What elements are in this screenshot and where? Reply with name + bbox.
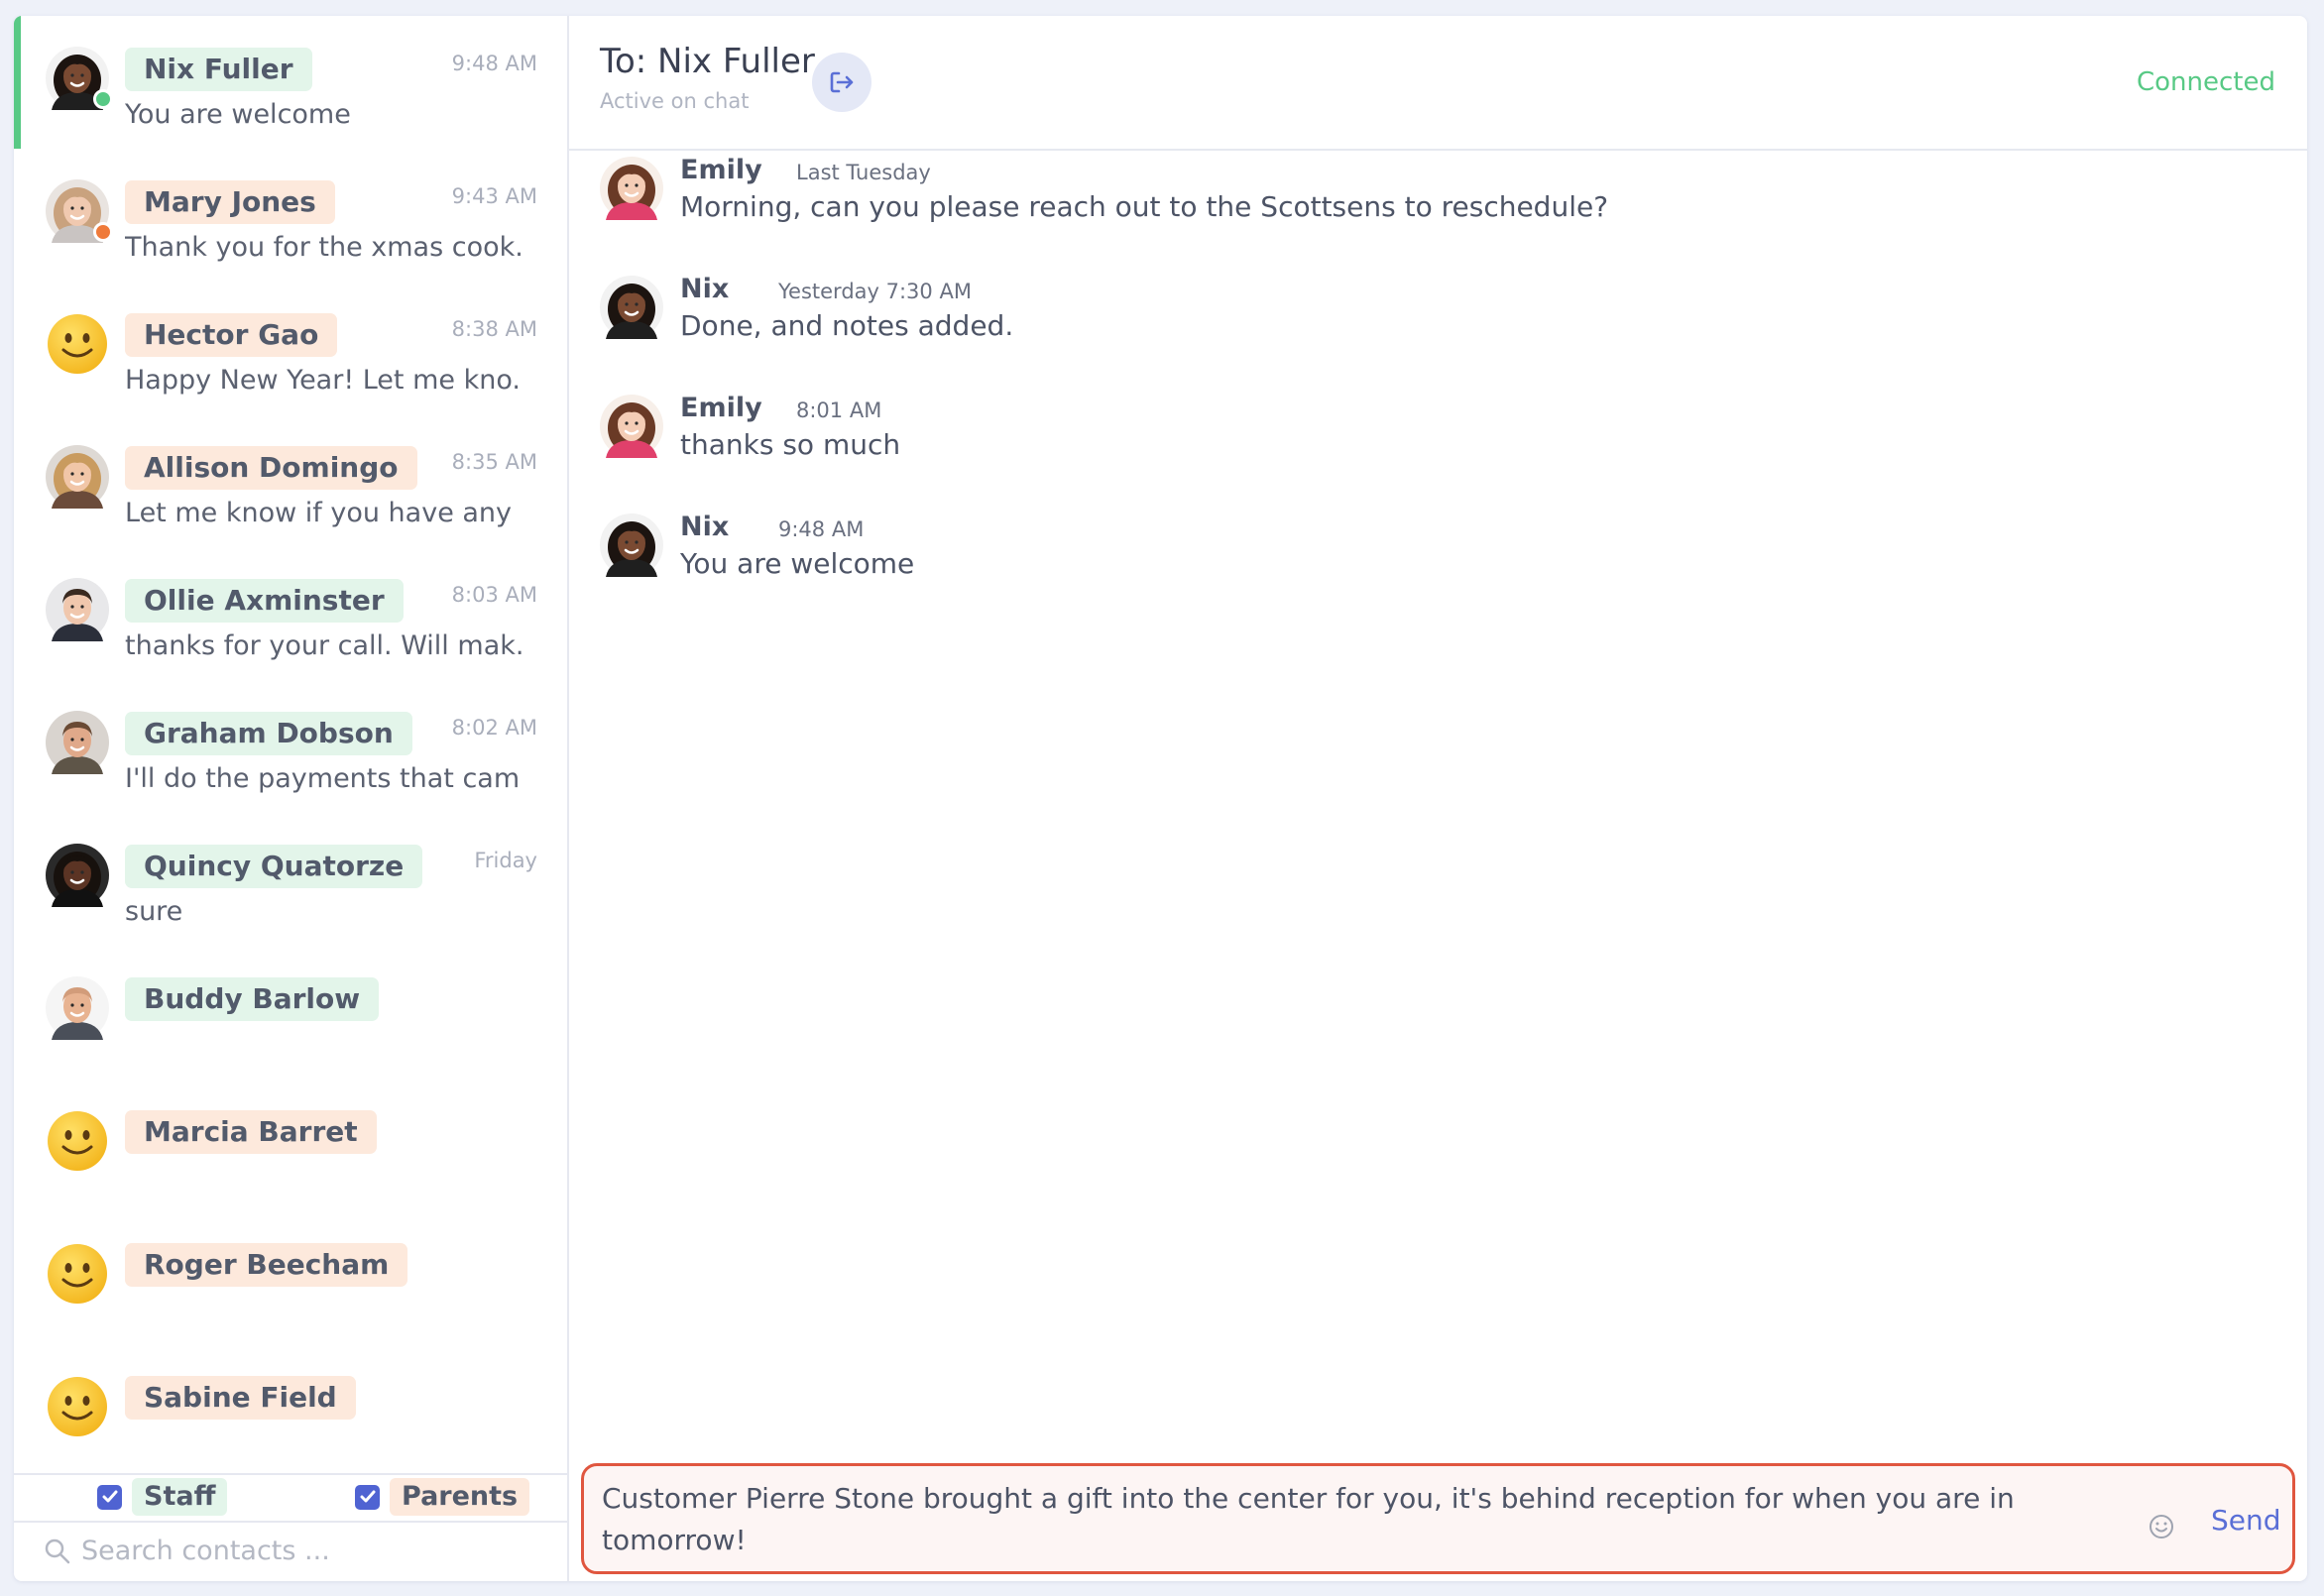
message-composer: Send: [581, 1463, 2295, 1574]
chat-message: Nix Yesterday 7:30 AM Done, and notes adde…: [600, 270, 2186, 369]
contact-last-message-time: 9:43 AM: [451, 184, 537, 208]
message-sender: Emily: [680, 155, 762, 185]
contact-item[interactable]: Quincy Quatorze Friday sure: [14, 813, 567, 946]
contact-name: Nix Fuller: [125, 48, 312, 91]
contact-name: Mary Jones: [125, 180, 335, 224]
presence-away-dot: [93, 222, 113, 242]
message-thread: Emily Last Tuesday Morning, can you please…: [569, 151, 2307, 1465]
search-icon: [45, 1539, 70, 1564]
contact-item[interactable]: Buddy Barlow: [14, 946, 567, 1079]
message-timestamp: 8:01 AM: [796, 399, 882, 422]
checkmark-icon: [360, 1490, 375, 1503]
contact-message-preview: thanks for your call. Will mak...: [125, 630, 522, 661]
contact-last-message-time: 8:02 AM: [451, 716, 537, 740]
contact-name: Marcia Barret: [125, 1110, 377, 1154]
contact-last-message-time: 8:03 AM: [451, 583, 537, 607]
message-timestamp: 9:48 AM: [778, 517, 865, 541]
contact-name: Sabine Field: [125, 1376, 356, 1420]
contact-message-preview: You are welcome: [125, 99, 351, 130]
contact-name: Buddy Barlow: [125, 977, 380, 1021]
contact-filter-bar: Staff Parents: [14, 1473, 567, 1521]
message-timestamp: Last Tuesday: [796, 161, 931, 184]
chat-recipient-title: To: Nix Fuller: [600, 42, 815, 81]
message-text: You are welcome: [680, 547, 915, 580]
contact-item[interactable]: Sabine Field: [14, 1344, 567, 1473]
contact-avatar: [46, 844, 109, 907]
emoji-icon[interactable]: [2148, 1513, 2175, 1540]
sign-out-icon: [830, 71, 854, 93]
message-input[interactable]: [602, 1478, 2089, 1561]
chat-panel: To: Nix Fuller Active on chat Connected …: [569, 16, 2307, 1581]
contact-name: Roger Beecham: [125, 1243, 408, 1287]
sender-avatar: [600, 513, 663, 577]
parents-checkbox[interactable]: [355, 1484, 380, 1510]
message-sender: Emily: [680, 393, 762, 423]
contact-item[interactable]: Mary Jones 9:43 AM Thank you for the xmas …: [14, 149, 567, 282]
contact-name: Hector Gao: [125, 313, 338, 357]
recipient-status-text: Active on chat: [600, 89, 750, 113]
contact-avatar: [46, 711, 109, 774]
sender-avatar: [600, 395, 663, 458]
message-sender: Nix: [680, 512, 730, 542]
contact-name: Quincy Quatorze: [125, 845, 423, 888]
contact-item[interactable]: Roger Beecham: [14, 1211, 567, 1344]
contact-last-message-time: Friday: [474, 849, 537, 872]
contact-message-preview: Let me know if you have any ...: [125, 498, 522, 528]
contact-item[interactable]: Ollie Axminster 8:03 AM thanks for your ca…: [14, 547, 567, 680]
contact-search-bar: [14, 1521, 567, 1581]
chat-message: Emily 8:01 AM thanks so much: [600, 389, 2186, 488]
message-sender: Nix: [680, 274, 730, 304]
contact-avatar: [46, 578, 109, 641]
smiley-avatar-icon: [46, 1242, 109, 1306]
send-button[interactable]: Send: [2211, 1504, 2281, 1537]
contact-avatar: [46, 445, 109, 509]
chat-message: Emily Last Tuesday Morning, can you please…: [600, 151, 2186, 250]
contact-item[interactable]: Marcia Barret: [14, 1079, 567, 1211]
parents-filter-label: Parents: [390, 1478, 530, 1516]
contact-name: Allison Domingo: [125, 446, 417, 490]
contact-last-message-time: 9:48 AM: [451, 52, 537, 75]
sender-avatar: [600, 276, 663, 339]
contact-last-message-time: 8:38 AM: [451, 317, 537, 341]
parents-filter[interactable]: Parents: [355, 1478, 530, 1516]
message-timestamp: Yesterday 7:30 AM: [778, 280, 972, 303]
contact-list[interactable]: Nix Fuller 9:48 AM You are welcome Mary Jon…: [14, 16, 567, 1473]
search-input[interactable]: [81, 1529, 547, 1572]
contact-message-preview: sure: [125, 896, 183, 927]
chat-app-window: Nix Fuller 9:48 AM You are welcome Mary Jon…: [14, 16, 2307, 1581]
contact-name: Graham Dobson: [125, 712, 412, 755]
chat-header: To: Nix Fuller Active on chat Connected: [569, 16, 2307, 151]
contact-item[interactable]: Graham Dobson 8:02 AM I'll do the payments…: [14, 680, 567, 813]
contact-message-preview: Thank you for the xmas cook...: [125, 232, 522, 263]
contact-last-message-time: 8:35 AM: [451, 450, 537, 474]
smiley-avatar-icon: [46, 1109, 109, 1173]
leave-chat-button[interactable]: [812, 53, 872, 112]
contact-name: Ollie Axminster: [125, 579, 404, 623]
presence-online-dot: [93, 89, 113, 109]
chat-message: Nix 9:48 AM You are welcome: [600, 508, 2186, 607]
contact-avatar: [46, 976, 109, 1040]
contact-message-preview: Happy New Year! Let me kno...: [125, 365, 522, 396]
staff-filter-label: Staff: [132, 1478, 228, 1516]
staff-filter[interactable]: Staff: [97, 1478, 228, 1516]
message-text: Morning, can you please reach out to the…: [680, 190, 1609, 223]
contacts-sidebar: Nix Fuller 9:48 AM You are welcome Mary Jon…: [14, 16, 569, 1581]
smiley-avatar-icon: [46, 1375, 109, 1438]
message-text: Done, and notes added.: [680, 309, 1014, 342]
checkmark-icon: [102, 1490, 117, 1503]
message-text: thanks so much: [680, 428, 901, 461]
contact-item[interactable]: Nix Fuller 9:48 AM You are welcome: [14, 16, 567, 149]
connection-status: Connected: [2136, 67, 2275, 97]
contact-message-preview: I'll do the payments that cam...: [125, 763, 522, 794]
contact-item[interactable]: Hector Gao 8:38 AM Happy New Year! Let me …: [14, 282, 567, 414]
staff-checkbox[interactable]: [97, 1484, 122, 1510]
smiley-avatar-icon: [46, 312, 109, 376]
sender-avatar: [600, 157, 663, 220]
contact-item[interactable]: Allison Domingo 8:35 AM Let me know if you…: [14, 414, 567, 547]
